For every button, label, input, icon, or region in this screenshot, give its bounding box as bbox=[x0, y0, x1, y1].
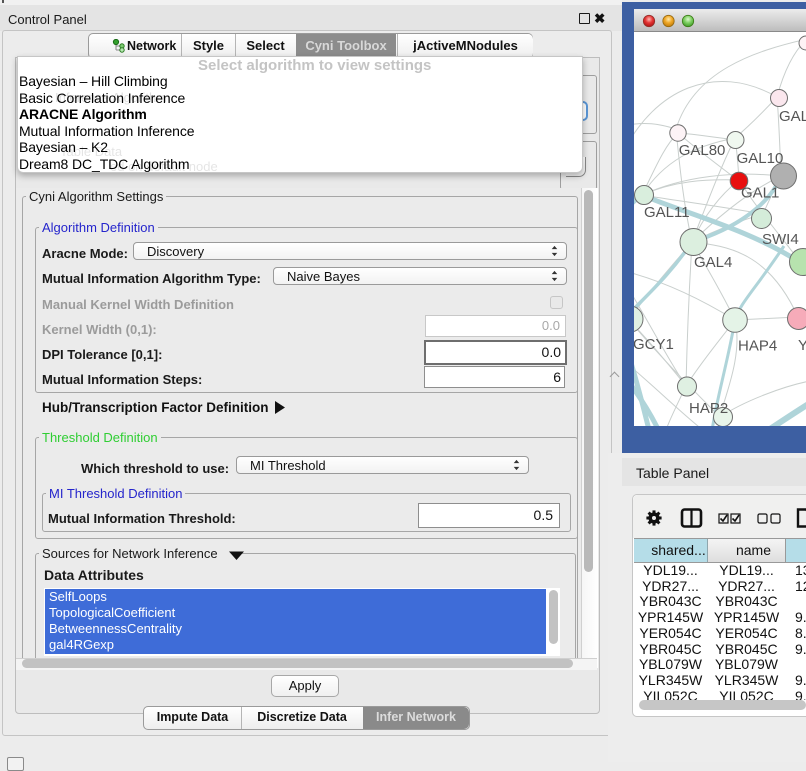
svg-text:Y: Y bbox=[798, 337, 806, 354]
svg-text:GAL10: GAL10 bbox=[737, 150, 784, 167]
svg-text:GAL11: GAL11 bbox=[644, 204, 690, 221]
svg-text:HAP2: HAP2 bbox=[689, 400, 728, 417]
svg-text:GCY1: GCY1 bbox=[634, 336, 674, 353]
svg-text:SWI4: SWI4 bbox=[762, 231, 799, 248]
svg-text:GAL1: GAL1 bbox=[741, 185, 779, 202]
svg-text:HAP4: HAP4 bbox=[738, 338, 777, 355]
svg-text:GAL4: GAL4 bbox=[694, 254, 732, 271]
svg-text:GAL80: GAL80 bbox=[679, 142, 726, 159]
svg-text:GAL7: GAL7 bbox=[779, 108, 806, 125]
